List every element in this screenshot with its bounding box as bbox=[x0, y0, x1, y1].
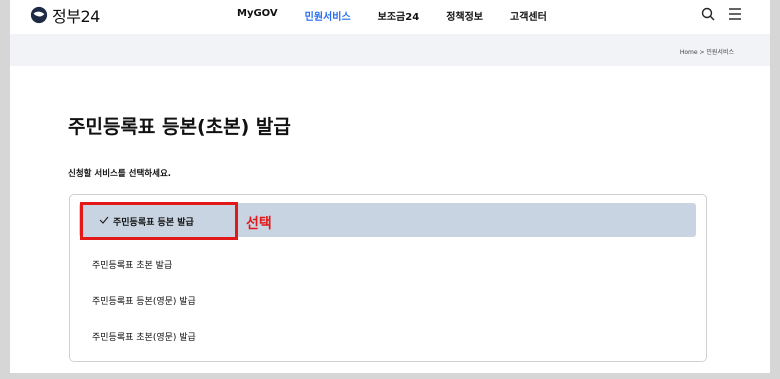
option-label: 주민등록표 등본(영문) 발급 bbox=[92, 297, 196, 307]
page-subtitle: 신청할 서비스를 선택하세요. bbox=[68, 169, 171, 179]
breadcrumb-bar: Home > 민원서비스 bbox=[10, 34, 770, 66]
logo-text: 정부24 bbox=[52, 7, 100, 26]
nav-item-subsidy24[interactable]: 보조금24 bbox=[378, 8, 420, 23]
search-icon[interactable] bbox=[700, 6, 716, 22]
annotation-label: 선택 bbox=[246, 216, 272, 232]
taegeuk-logo-icon bbox=[30, 6, 48, 24]
top-navigation-bar: 정부24 MyGOV 민원서비스 보조금24 정책정보 고객센터 bbox=[10, 0, 770, 34]
annotation-highlight-box bbox=[80, 202, 238, 240]
browser-page: 정부24 MyGOV 민원서비스 보조금24 정책정보 고객센터 Home > … bbox=[10, 0, 770, 373]
menu-icon[interactable] bbox=[727, 7, 743, 21]
option-abstract-english[interactable]: 주민등록표 초본(영문) 발급 bbox=[70, 319, 706, 353]
option-certified-copy-english[interactable]: 주민등록표 등본(영문) 발급 bbox=[70, 283, 706, 317]
nav-item-mygov[interactable]: MyGOV bbox=[237, 8, 278, 23]
nav-item-customer-center[interactable]: 고객센터 bbox=[510, 8, 547, 23]
option-abstract[interactable]: 주민등록표 초본 발급 bbox=[70, 247, 706, 281]
page-title: 주민등록표 등본(초본) 발급 bbox=[68, 116, 291, 138]
option-label: 주민등록표 초본 발급 bbox=[92, 261, 173, 271]
site-logo[interactable]: 정부24 bbox=[30, 3, 100, 27]
option-label: 주민등록표 초본(영문) 발급 bbox=[92, 333, 196, 343]
breadcrumb[interactable]: Home > 민원서비스 bbox=[680, 47, 734, 56]
nav-item-civil-services[interactable]: 민원서비스 bbox=[305, 8, 351, 23]
nav-item-policy-info[interactable]: 정책정보 bbox=[446, 8, 483, 23]
main-nav: MyGOV 민원서비스 보조금24 정책정보 고객센터 bbox=[237, 8, 574, 23]
